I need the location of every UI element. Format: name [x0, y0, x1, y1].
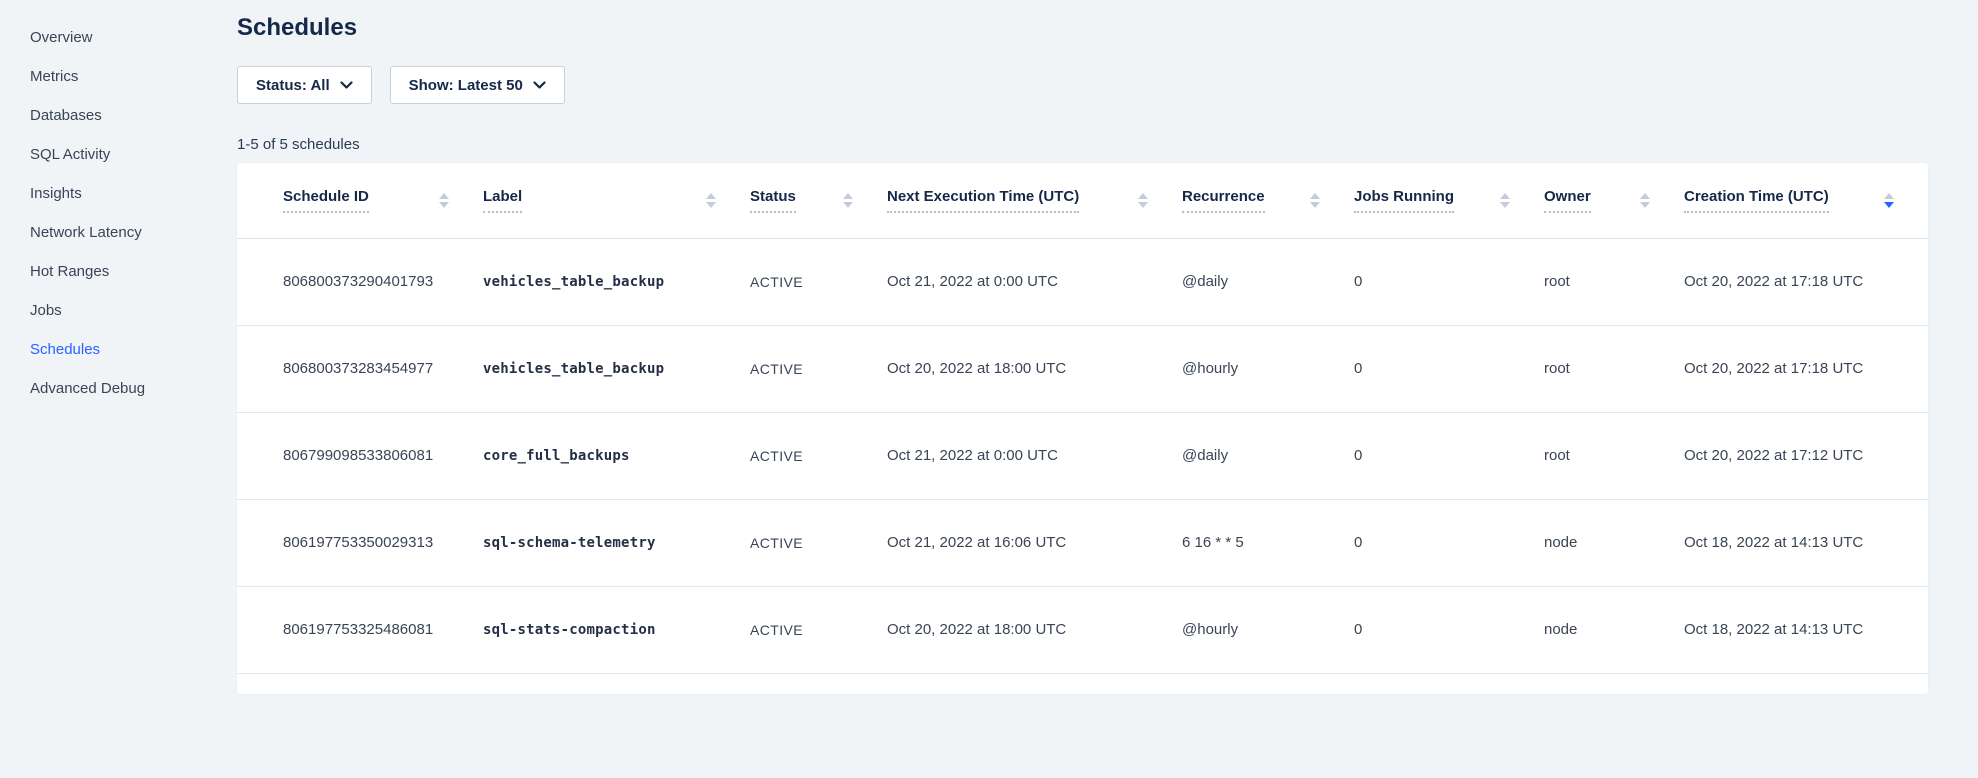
app-root: OverviewMetricsDatabasesSQL ActivityInsi…: [0, 0, 1978, 778]
sidebar-item-sql-activity[interactable]: SQL Activity: [0, 135, 237, 174]
cell-recurrence: @hourly: [1182, 586, 1354, 673]
cell-label: vehicles_table_backup: [483, 325, 750, 412]
column-header-label: Label: [483, 188, 522, 213]
table-row: 806197753350029313sql-schema-telemetryAC…: [237, 499, 1928, 586]
cell-status: ACTIVE: [750, 586, 887, 673]
sidebar-item-overview[interactable]: Overview: [0, 18, 237, 57]
cell-creation-time: Oct 18, 2022 at 14:13 UTC: [1684, 499, 1928, 586]
cell-status: ACTIVE: [750, 412, 887, 499]
sort-icon[interactable]: [1488, 193, 1510, 208]
column-header-creation-time[interactable]: Creation Time (UTC): [1684, 163, 1928, 238]
cell-next-execution-time: Oct 21, 2022 at 0:00 UTC: [887, 412, 1182, 499]
cell-jobs-running: 0: [1354, 325, 1544, 412]
column-header-label: Jobs Running: [1354, 188, 1454, 213]
cell-owner: root: [1544, 238, 1684, 325]
sidebar-item-hot-ranges[interactable]: Hot Ranges: [0, 252, 237, 291]
column-header-label: Next Execution Time (UTC): [887, 188, 1079, 213]
sidebar-nav-list: OverviewMetricsDatabasesSQL ActivityInsi…: [0, 18, 237, 408]
column-header-label: Status: [750, 188, 796, 213]
cell-recurrence: @daily: [1182, 412, 1354, 499]
column-header-next-execution-time[interactable]: Next Execution Time (UTC): [887, 163, 1182, 238]
cell-owner: node: [1544, 586, 1684, 673]
show-filter-dropdown[interactable]: Show: Latest 50: [390, 66, 565, 104]
cell-schedule-id: 806800373283454977: [237, 325, 483, 412]
cell-schedule-id: 806197753350029313: [237, 499, 483, 586]
chevron-down-icon: [340, 80, 353, 90]
cell-label: core_full_backups: [483, 412, 750, 499]
table-body: 806800373290401793vehicles_table_backupA…: [237, 238, 1928, 673]
schedules-table: Schedule ID Label Status Next Execution Tim…: [237, 163, 1928, 674]
column-header-label[interactable]: Label: [483, 163, 750, 238]
page-title: Schedules: [237, 14, 1928, 42]
sidebar-item-metrics[interactable]: Metrics: [0, 57, 237, 96]
cell-owner: root: [1544, 325, 1684, 412]
column-header-owner[interactable]: Owner: [1544, 163, 1684, 238]
cell-owner: root: [1544, 412, 1684, 499]
cell-jobs-running: 0: [1354, 238, 1544, 325]
sort-icon[interactable]: [1126, 193, 1148, 208]
column-header-status[interactable]: Status: [750, 163, 887, 238]
table-row: 806197753325486081sql-stats-compactionAC…: [237, 586, 1928, 673]
column-header-label: Recurrence: [1182, 188, 1265, 213]
cell-schedule-id: 806197753325486081: [237, 586, 483, 673]
column-header-recurrence[interactable]: Recurrence: [1182, 163, 1354, 238]
sidebar-item-databases[interactable]: Databases: [0, 96, 237, 135]
cell-schedule-id: 806800373290401793: [237, 238, 483, 325]
cell-next-execution-time: Oct 20, 2022 at 18:00 UTC: [887, 586, 1182, 673]
sort-icon[interactable]: [427, 193, 449, 208]
sidebar-item-insights[interactable]: Insights: [0, 174, 237, 213]
cell-status: ACTIVE: [750, 238, 887, 325]
cell-creation-time: Oct 20, 2022 at 17:12 UTC: [1684, 412, 1928, 499]
cell-jobs-running: 0: [1354, 412, 1544, 499]
cell-label: sql-schema-telemetry: [483, 499, 750, 586]
filter-bar: Status: All Show: Latest 50: [237, 66, 1928, 104]
sidebar-item-advanced-debug[interactable]: Advanced Debug: [0, 369, 237, 408]
cell-next-execution-time: Oct 21, 2022 at 16:06 UTC: [887, 499, 1182, 586]
sort-icon[interactable]: [1628, 193, 1650, 208]
sort-icon[interactable]: [694, 193, 716, 208]
chevron-down-icon: [533, 80, 546, 90]
cell-creation-time: Oct 20, 2022 at 17:18 UTC: [1684, 325, 1928, 412]
schedules-table-card: Schedule ID Label Status Next Execution Tim…: [237, 163, 1928, 694]
table-row: 806800373290401793vehicles_table_backupA…: [237, 238, 1928, 325]
status-filter-label: Status: All: [256, 77, 330, 94]
cell-label: sql-stats-compaction: [483, 586, 750, 673]
results-count: 1-5 of 5 schedules: [237, 136, 1928, 153]
cell-recurrence: @daily: [1182, 238, 1354, 325]
sidebar-item-schedules[interactable]: Schedules: [0, 330, 237, 369]
column-header-label: Schedule ID: [283, 188, 369, 213]
cell-creation-time: Oct 18, 2022 at 14:13 UTC: [1684, 586, 1928, 673]
cell-status: ACTIVE: [750, 325, 887, 412]
status-filter-dropdown[interactable]: Status: All: [237, 66, 372, 104]
cell-jobs-running: 0: [1354, 586, 1544, 673]
cell-recurrence: @hourly: [1182, 325, 1354, 412]
sidebar: OverviewMetricsDatabasesSQL ActivityInsi…: [0, 0, 237, 778]
cell-recurrence: 6 16 * * 5: [1182, 499, 1354, 586]
show-filter-label: Show: Latest 50: [409, 77, 523, 94]
table-row: 806799098533806081core_full_backupsACTIV…: [237, 412, 1928, 499]
cell-next-execution-time: Oct 21, 2022 at 0:00 UTC: [887, 238, 1182, 325]
sidebar-item-network-latency[interactable]: Network Latency: [0, 213, 237, 252]
cell-owner: node: [1544, 499, 1684, 586]
cell-label: vehicles_table_backup: [483, 238, 750, 325]
column-header-label: Owner: [1544, 188, 1591, 213]
table-row: 806800373283454977vehicles_table_backupA…: [237, 325, 1928, 412]
sort-icon[interactable]: [1298, 193, 1320, 208]
sort-icon[interactable]: [1872, 193, 1894, 208]
cell-next-execution-time: Oct 20, 2022 at 18:00 UTC: [887, 325, 1182, 412]
main-content: Schedules Status: All Show: Latest 50 1-…: [237, 0, 1978, 778]
cell-jobs-running: 0: [1354, 499, 1544, 586]
cell-status: ACTIVE: [750, 499, 887, 586]
column-header-schedule-id[interactable]: Schedule ID: [237, 163, 483, 238]
cell-creation-time: Oct 20, 2022 at 17:18 UTC: [1684, 238, 1928, 325]
table-header-row: Schedule ID Label Status Next Execution Tim…: [237, 163, 1928, 238]
sort-icon[interactable]: [831, 193, 853, 208]
cell-schedule-id: 806799098533806081: [237, 412, 483, 499]
column-header-label: Creation Time (UTC): [1684, 188, 1829, 213]
column-header-jobs-running[interactable]: Jobs Running: [1354, 163, 1544, 238]
sidebar-item-jobs[interactable]: Jobs: [0, 291, 237, 330]
